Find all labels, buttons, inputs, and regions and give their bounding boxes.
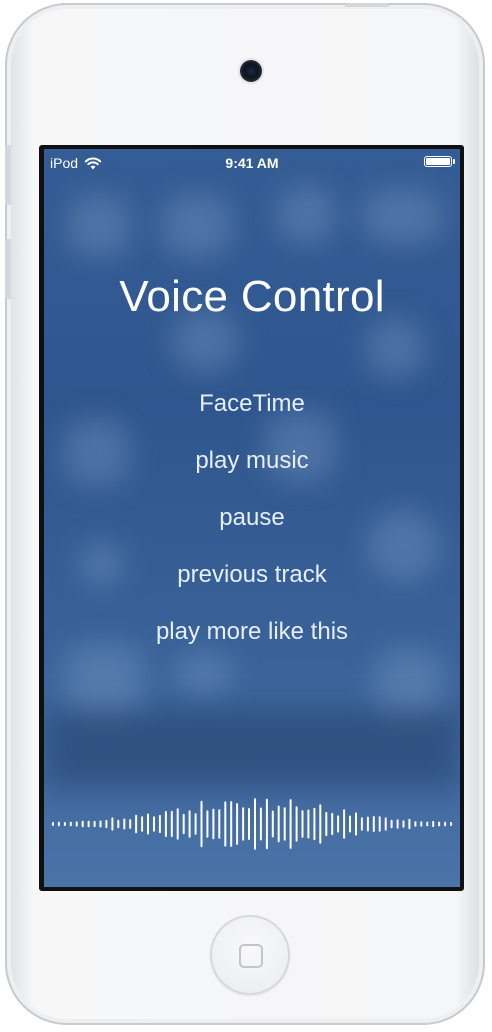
blurred-dock-shadow: [44, 709, 460, 789]
battery-tip: [453, 159, 455, 164]
voice-command-play-more: play more like this: [155, 618, 349, 645]
sleep-wake-button[interactable]: [345, 3, 389, 7]
voice-command-pause: pause: [219, 504, 285, 531]
status-time: 9:41 AM: [225, 155, 279, 171]
waveform-icon: [52, 798, 452, 850]
blurred-app-icon: [276, 185, 336, 245]
ipod-device: iPod 9:41 AM Voice Control FaceTime play…: [5, 3, 485, 1025]
home-button[interactable]: [210, 915, 290, 995]
blurred-app-icon: [366, 319, 424, 377]
blurred-app-icon: [362, 189, 442, 243]
battery-icon: [424, 156, 452, 167]
voice-command-previous-track: previous track: [177, 561, 327, 588]
blurred-app-icon: [64, 643, 144, 717]
voice-command-facetime: FaceTime: [199, 390, 305, 417]
battery-level: [426, 158, 450, 165]
front-camera: [240, 60, 262, 82]
volume-down-button[interactable]: [5, 239, 11, 299]
blurred-app-icon: [162, 195, 232, 257]
home-button-square-icon: [239, 944, 263, 968]
blurred-app-icon: [174, 653, 234, 693]
blurred-app-icon: [68, 195, 130, 257]
voice-control-screen: iPod 9:41 AM Voice Control FaceTime play…: [44, 149, 460, 887]
volume-up-button[interactable]: [5, 145, 11, 205]
status-bar: iPod 9:41 AM: [44, 149, 460, 175]
voice-command-play-music: play music: [195, 447, 309, 474]
voice-control-title: Voice Control: [119, 272, 385, 321]
